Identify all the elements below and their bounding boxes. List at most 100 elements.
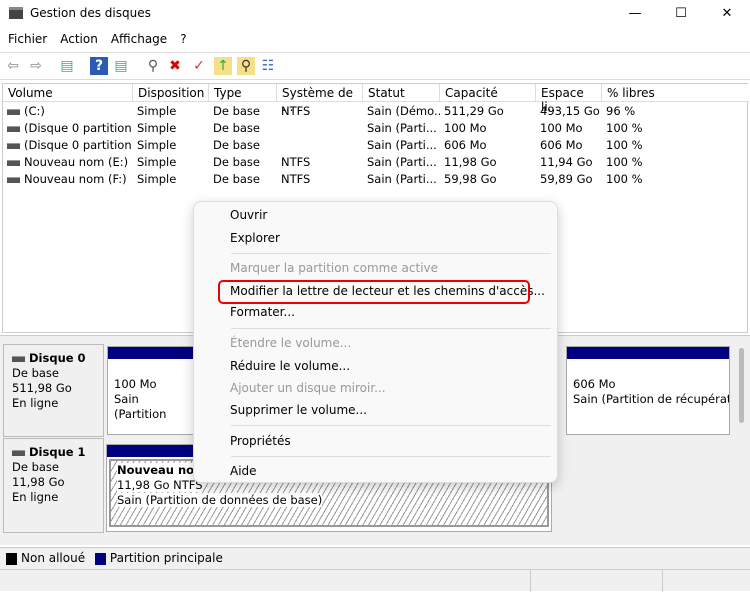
menu-help[interactable]: ?	[175, 30, 191, 48]
primary-partition-swatch	[94, 552, 106, 565]
column-header-free-space[interactable]: Espace li...	[536, 84, 602, 114]
unallocated-swatch	[6, 552, 17, 565]
minimize-button[interactable]: —	[612, 0, 658, 28]
table-cell: Nouveau nom (E:)	[7, 155, 131, 169]
table-row[interactable]: (Disque 0 partition... Simple De base Sain …	[3, 137, 747, 154]
column-header-status[interactable]: Statut	[363, 84, 440, 102]
menu-item-format[interactable]: Formater...	[230, 305, 295, 319]
menu-item-properties[interactable]: Propriétés	[230, 434, 291, 448]
cell-text: 100 %	[606, 138, 643, 152]
partition-size: 11,98 Go NTFS	[117, 478, 203, 492]
disk-0-partition-1[interactable]: 100 Mo Sain (Partition	[107, 346, 197, 435]
vertical-scrollbar[interactable]	[739, 348, 744, 423]
forward-icon[interactable]: ⇨	[27, 57, 45, 75]
menu-item-delete-volume[interactable]: Supprimer le volume...	[230, 403, 367, 417]
table-cell: NTFS	[281, 104, 363, 118]
back-icon[interactable]: ⇦	[4, 57, 22, 75]
menu-item-shrink[interactable]: Réduire le volume...	[230, 359, 350, 373]
column-header-filesystem[interactable]: Système de ...	[277, 84, 363, 114]
menu-item-add-mirror: Ajouter un disque miroir...	[230, 381, 386, 395]
cell-text: 100 %	[606, 172, 643, 186]
disk-icon	[12, 355, 25, 362]
partition-size: 100 Mo	[114, 377, 157, 391]
table-cell: (C:)	[7, 104, 131, 118]
import-icon[interactable]: ↑	[214, 57, 232, 75]
cell-text: 11,98 Go	[444, 155, 497, 169]
table-cell: 11,98 Go	[444, 155, 536, 169]
legend: Non alloué Partition principale	[0, 547, 750, 569]
menu-fichier[interactable]: Fichier	[3, 30, 52, 48]
cell-text: 606 Mo	[540, 138, 583, 152]
legend-primary: Partition principale	[109, 551, 223, 565]
table-cell: Simple	[137, 138, 209, 152]
cell-text: 100 %	[606, 121, 643, 135]
table-cell: 100 %	[606, 172, 746, 186]
context-menu: Ouvrir Explorer Marquer la partition com…	[193, 201, 558, 483]
cell-text: Nouveau nom (E:)	[24, 155, 129, 169]
cell-text: 100 Mo	[444, 121, 487, 135]
table-cell: 59,89 Go	[540, 172, 602, 186]
table-cell: (Disque 0 partition...	[7, 138, 131, 152]
column-header-capacity[interactable]: Capacité	[440, 84, 536, 102]
column-header-disposition[interactable]: Disposition	[133, 84, 209, 102]
drive-icon	[7, 142, 20, 149]
table-cell: De base	[213, 104, 277, 118]
action-pane-icon[interactable]: ▤	[112, 57, 130, 75]
disk-1-label[interactable]: Disque 1 De base 11,98 Go En ligne	[3, 438, 104, 533]
disk-0-label[interactable]: Disque 0 De base 511,98 Go En ligne	[3, 344, 104, 437]
cell-text: Simple	[137, 104, 177, 118]
partition-size: 606 Mo	[573, 377, 616, 391]
table-row[interactable]: (C:) Simple De base NTFS Sain (Démo... 511,29…	[3, 103, 747, 120]
cell-text: (C:)	[24, 104, 45, 118]
column-header-type[interactable]: Type	[209, 84, 277, 102]
cell-text: De base	[213, 138, 260, 152]
properties-icon[interactable]: ✓	[190, 57, 208, 75]
disk-0-partition-3[interactable]: 606 Mo Sain (Partition de récupératic	[566, 346, 730, 435]
cell-text: Sain (Parti...	[367, 172, 437, 186]
console-tree-icon[interactable]: ▤	[58, 57, 76, 75]
menu-action[interactable]: Action	[55, 30, 103, 48]
column-header-volume[interactable]: Volume	[3, 84, 133, 102]
table-cell: Simple	[137, 121, 209, 135]
partition-status: Sain (Partition	[114, 392, 167, 421]
close-button[interactable]: ✕	[704, 0, 750, 28]
disk-1-size: 11,98 Go	[12, 475, 65, 489]
table-row[interactable]: (Disque 0 partition... Simple De base Sain …	[3, 120, 747, 137]
table-cell: 59,98 Go	[444, 172, 536, 186]
status-bar	[0, 569, 750, 592]
cell-text: (Disque 0 partition...	[24, 138, 131, 152]
cell-text: Simple	[137, 155, 177, 169]
drive-icon	[7, 176, 20, 183]
cell-text: 59,98 Go	[444, 172, 497, 186]
cell-text: De base	[213, 172, 260, 186]
connect-drive-icon[interactable]: ⚲	[144, 57, 162, 75]
window-title: Gestion des disques	[30, 6, 151, 20]
table-cell: 96 %	[606, 104, 746, 118]
help-icon[interactable]: ?	[90, 57, 108, 75]
table-cell: Simple	[137, 172, 209, 186]
checklist-icon[interactable]: ☷	[259, 57, 277, 75]
legend-unallocated: Non alloué	[21, 551, 86, 565]
table-cell: De base	[213, 138, 277, 152]
menu-item-explore[interactable]: Explorer	[230, 231, 280, 245]
delete-icon[interactable]: ✖	[166, 57, 184, 75]
column-header-percent-free[interactable]: % libres	[602, 84, 749, 102]
table-cell: 11,94 Go	[540, 155, 602, 169]
cell-text: NTFS	[281, 155, 311, 169]
search-icon[interactable]: ⚲	[237, 57, 255, 75]
table-cell: Sain (Démo...	[367, 104, 440, 118]
table-cell: Sain (Parti...	[367, 121, 440, 135]
cell-text: De base	[213, 121, 260, 135]
maximize-button[interactable]: ☐	[658, 0, 704, 28]
menu-item-open[interactable]: Ouvrir	[230, 208, 267, 222]
table-row[interactable]: Nouveau nom (F:) Simple De base NTFS Sain (P…	[3, 171, 747, 188]
cell-text: 11,94 Go	[540, 155, 593, 169]
table-cell: Sain (Parti...	[367, 155, 440, 169]
disk-0-size: 511,98 Go	[12, 381, 72, 395]
table-cell: 100 Mo	[540, 121, 602, 135]
table-cell: 511,29 Go	[444, 104, 536, 118]
menu-item-help[interactable]: Aide	[230, 464, 257, 478]
menu-affichage[interactable]: Affichage	[106, 30, 172, 48]
table-cell: NTFS	[281, 155, 363, 169]
table-row[interactable]: Nouveau nom (E:) Simple De base NTFS Sain (P…	[3, 154, 747, 171]
